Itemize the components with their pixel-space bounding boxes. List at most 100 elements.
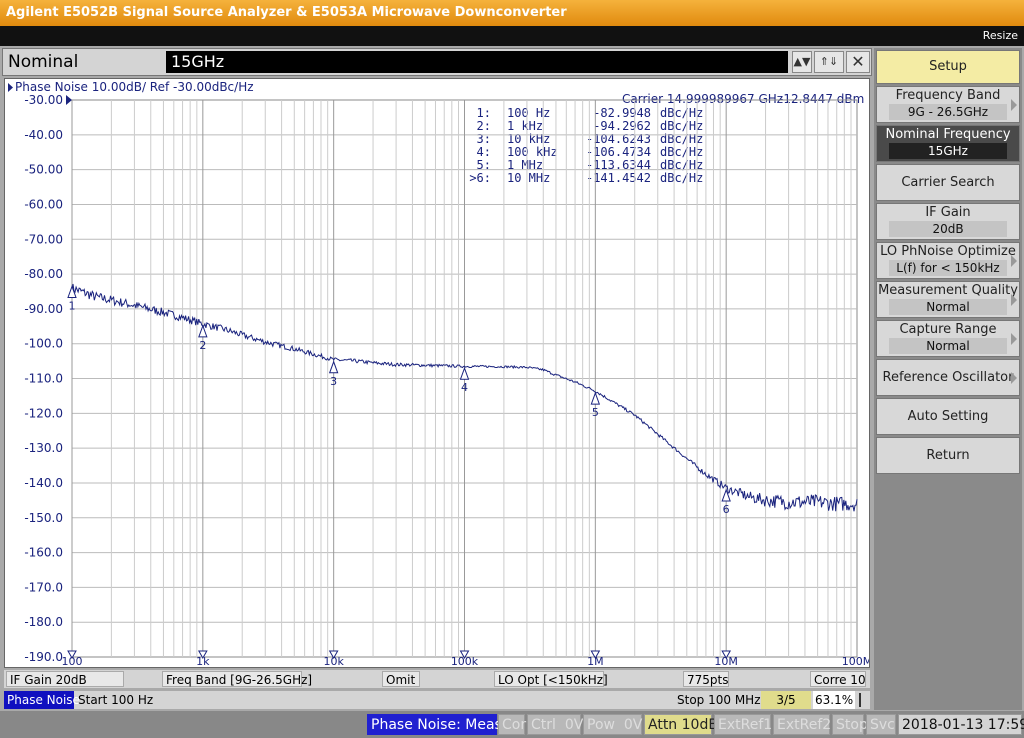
y-tick-label: -140.0 — [24, 476, 63, 490]
omit-field: Omit — [382, 671, 420, 687]
y-tick-label: -170.0 — [24, 580, 63, 594]
y-tick-label: -190.0 — [24, 650, 63, 664]
window-title: Agilent E5052B Signal Source Analyzer & … — [0, 0, 1024, 26]
sweep-progress: 3/5 — [761, 691, 811, 709]
graph-header: Phase Noise 10.00dB/ Ref -30.00dBc/Hz — [15, 80, 254, 94]
entry-double-up-down-button[interactable]: ⇑⇓ — [814, 51, 844, 73]
marker-row-prefix: >6: — [469, 171, 491, 185]
submenu-arrow-icon — [1011, 98, 1017, 111]
softkey-auto-setting[interactable]: Auto Setting — [876, 398, 1020, 435]
y-tick-label: -100.0 — [24, 337, 63, 351]
softkey-frequency-band[interactable]: Frequency Band 9G - 26.5GHz — [876, 86, 1020, 123]
start-frequency: Start 100 Hz — [78, 693, 154, 707]
y-tick-label: -70.00 — [24, 232, 63, 246]
date-time: 2018-01-13 17:59 — [898, 714, 1024, 735]
marker-row-prefix: 3: — [477, 132, 491, 146]
ctrl-status: Ctrl 0V — [527, 714, 584, 735]
carrier-search-label: Carrier Search — [901, 175, 995, 190]
sweep-indicator — [859, 693, 861, 707]
return-label: Return — [926, 448, 970, 463]
marker-label-1: 1 — [69, 299, 76, 312]
submenu-arrow-icon — [1011, 332, 1017, 345]
marker-row-prefix: 1: — [477, 106, 491, 120]
cor-status: Cor — [498, 714, 526, 735]
setup-fields-bar: IF Gain 20dB Freq Band [9G-26.5GHz] Omit… — [4, 670, 870, 688]
marker-label-2: 2 — [199, 339, 206, 352]
softkey-reference-oscillator[interactable]: Reference Oscillator — [876, 359, 1020, 396]
if-gain-field: IF Gain 20dB — [6, 671, 124, 687]
y-tick-label: -110.0 — [24, 372, 63, 386]
pow-label: Pow — [587, 717, 615, 733]
stop-status: Stop — [832, 714, 868, 735]
softkey-capture-range[interactable]: Capture Range Normal — [876, 320, 1020, 357]
submenu-arrow-icon — [1011, 254, 1017, 267]
softkey-nominal-frequency[interactable]: Nominal Frequency 15GHz — [876, 125, 1020, 162]
marker-row-frequency: 10 kHz — [507, 132, 550, 146]
lo-phnoise-label: LO PhNoise Optimize — [880, 244, 1016, 259]
y-tick-label: -150.0 — [24, 511, 63, 525]
reference-level-arrow-icon — [66, 95, 72, 105]
marker-row-prefix: 4: — [477, 145, 491, 159]
x-tick-label: 100M — [842, 655, 869, 667]
marker-row-prefix: 2: — [477, 119, 491, 133]
y-tick-label: -180.0 — [24, 615, 63, 629]
reference-oscillator-label: Reference Oscillator — [882, 370, 1014, 385]
y-tick-label: -60.00 — [24, 197, 63, 211]
entry-label: Nominal Frequency — [8, 52, 96, 98]
softkey-measurement-quality[interactable]: Measurement Quality Normal — [876, 281, 1020, 318]
frequency-band-value: 9G - 26.5GHz — [889, 104, 1007, 120]
y-tick-label: -90.00 — [24, 302, 63, 316]
correlation-field: Corre 10 — [810, 671, 866, 687]
svc-status: Svc — [866, 714, 896, 735]
marker-label-4: 4 — [461, 381, 468, 394]
y-tick-label: -50.00 — [24, 163, 63, 177]
measurement-quality-label: Measurement Quality — [878, 283, 1018, 298]
entry-value-field[interactable]: 15GHz — [166, 51, 788, 73]
trace-label-arrow-icon — [8, 83, 13, 92]
softkey-title-label: Setup — [929, 59, 967, 74]
freq-band-field: Freq Band [9G-26.5GHz] — [162, 671, 312, 687]
lo-opt-field: LO Opt [<150kHz] — [494, 671, 608, 687]
nominal-frequency-label: Nominal Frequency — [885, 127, 1011, 142]
softkey-return[interactable]: Return — [876, 437, 1020, 474]
marker-row-value: -82.9948 — [593, 106, 651, 120]
entry-up-down-button[interactable]: ▲▼ — [792, 51, 812, 73]
pow-voltage: 0V — [623, 717, 643, 733]
phase-noise-chart: Phase Noise 10.00dB/ Ref -30.00dBc/Hz Ca… — [8, 80, 869, 667]
phase-noise-graph[interactable]: Phase Noise 10.00dB/ Ref -30.00dBc/Hz Ca… — [4, 78, 870, 668]
marker-row-frequency: 100 Hz — [507, 106, 550, 120]
status-bar: Phase Noise: Meas Cor Ctrl 0V Pow 0V Att… — [0, 711, 1024, 738]
y-tick-label: -30.00 — [24, 93, 63, 107]
softkey-lo-phnoise-optimize[interactable]: LO PhNoise Optimize L(f) for < 150kHz — [876, 242, 1020, 279]
measurement-quality-value: Normal — [889, 299, 1007, 315]
capture-range-label: Capture Range — [899, 322, 997, 337]
stop-frequency: Stop 100 MHz — [677, 693, 761, 707]
carrier-power: -12.8447 dBm — [779, 92, 864, 106]
sweep-info-bar: Phase Noise Start 100 Hz Stop 100 MHz 3/… — [4, 691, 870, 709]
marker-5 — [590, 391, 601, 405]
marker-row-value: -94.2962 — [593, 119, 651, 133]
softkey-if-gain[interactable]: IF Gain 20dB — [876, 203, 1020, 240]
softkey-carrier-search[interactable]: Carrier Search — [876, 164, 1020, 201]
pow-status: Pow 0V — [583, 714, 642, 735]
auto-setting-label: Auto Setting — [907, 409, 989, 424]
menu-bar: Resize — [0, 26, 1024, 46]
y-tick-label: -40.00 — [24, 128, 63, 142]
marker-row-frequency: 1 kHz — [507, 119, 543, 133]
extref2-status: ExtRef2 — [773, 714, 831, 735]
resize-button[interactable]: Resize — [983, 26, 1018, 46]
carrier-frequency: Carrier 14.999989967 GHz — [622, 92, 783, 106]
capture-range-value: Normal — [889, 338, 1007, 354]
marker-label-5: 5 — [592, 406, 599, 419]
entry-bar: Nominal Frequency 15GHz ▲▼ ⇑⇓ ✕ — [2, 48, 872, 98]
close-icon[interactable]: ✕ — [846, 51, 870, 73]
ctrl-voltage: 0V — [564, 717, 584, 733]
submenu-arrow-icon — [1011, 371, 1017, 384]
lo-phnoise-value: L(f) for < 150kHz — [889, 260, 1007, 276]
if-gain-label: IF Gain — [925, 205, 971, 220]
marker-row-frequency: 100 kHz — [507, 145, 558, 159]
attn-status: Attn 10dB — [644, 714, 718, 735]
marker-label-3: 3 — [330, 375, 337, 388]
meas-status: Phase Noise: Meas — [367, 714, 502, 735]
submenu-arrow-icon — [1011, 293, 1017, 306]
